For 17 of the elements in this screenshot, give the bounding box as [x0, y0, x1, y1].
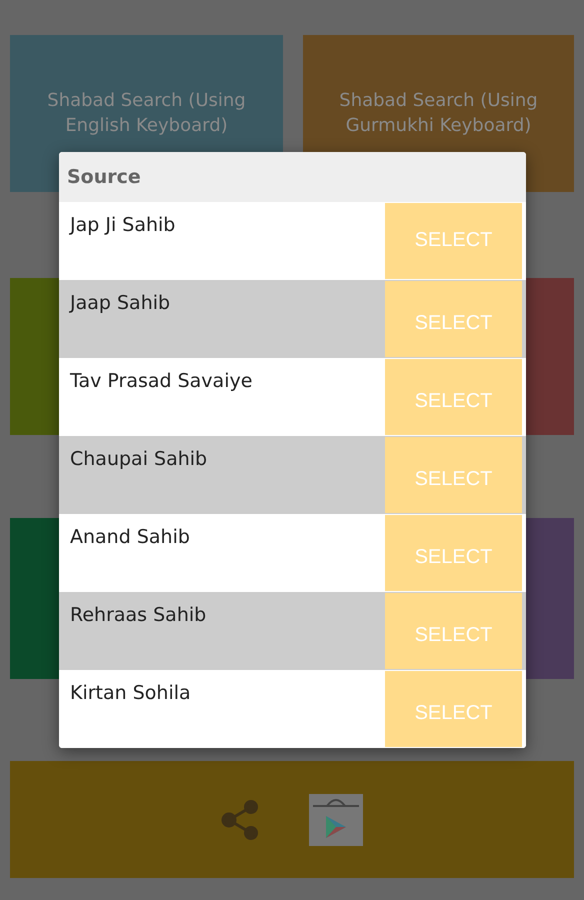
source-name: Rehraas Sahib [69, 603, 208, 626]
source-name: Jaap Sahib [68, 291, 172, 314]
source-name: Chaupai Sahib [69, 447, 208, 470]
source-name: Tav Prasad Savaiye [69, 369, 254, 392]
select-button[interactable]: SELECT [385, 359, 522, 435]
source-name: Anand Sahib [69, 525, 191, 548]
select-button[interactable]: SELECT [385, 671, 522, 747]
store-icon[interactable] [309, 794, 363, 846]
select-button[interactable]: SELECT [385, 281, 522, 357]
dialog-title: Source [66, 166, 141, 188]
select-button[interactable]: SELECT [385, 437, 522, 513]
select-button[interactable]: SELECT [385, 203, 522, 279]
source-name: Jap Ji Sahib [68, 213, 176, 236]
select-button[interactable]: SELECT [385, 593, 522, 669]
select-button[interactable]: SELECT [385, 515, 522, 591]
source-name: Kirtan Sohila [69, 681, 192, 704]
share-icon[interactable] [221, 800, 259, 840]
